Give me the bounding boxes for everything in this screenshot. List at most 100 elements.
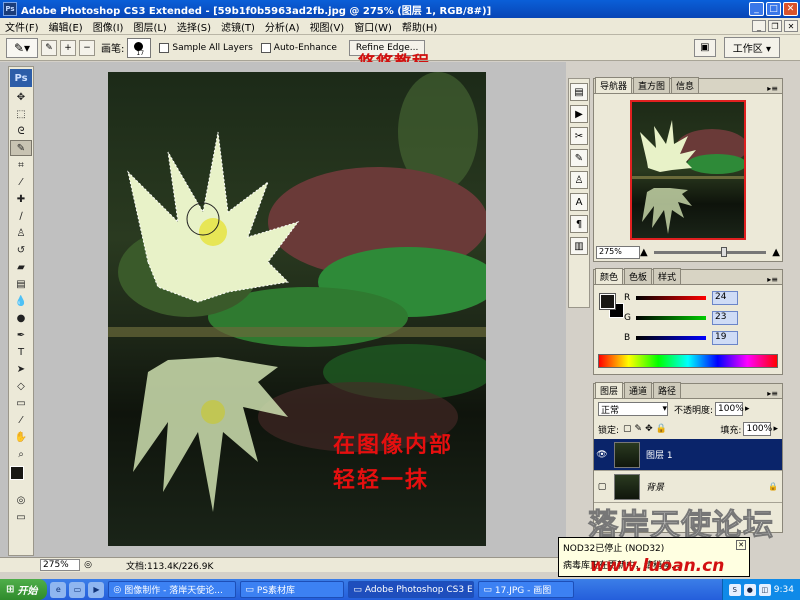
document-canvas[interactable]: 在图像内部 轻轻一抹 (108, 72, 486, 546)
fill-arrow-icon[interactable]: ▸ (773, 424, 778, 434)
menu-help[interactable]: 帮助(H) (397, 19, 442, 34)
shape-icon[interactable]: ◇ (10, 378, 32, 394)
task-paint[interactable]: ▭ 17.JPG - 画图 (478, 581, 575, 598)
dodge-icon[interactable]: ● (10, 310, 32, 326)
tab-histogram[interactable]: 直方图 (633, 77, 671, 93)
doc-close-button[interactable]: ✕ (784, 20, 798, 32)
eyedropper2-icon[interactable]: ⁄ (10, 412, 32, 428)
brushes-icon[interactable]: ✎ (570, 149, 588, 167)
brush-icon[interactable]: ∕ (10, 208, 32, 224)
history-brush-icon[interactable]: ↺ (10, 242, 32, 258)
healing-icon[interactable]: ✚ (10, 191, 32, 207)
brush-picker[interactable]: 17 (127, 37, 152, 58)
tab-styles[interactable]: 样式 (653, 268, 682, 284)
task-forum-browser[interactable]: ◎ 图像制作 - 落岸天使论... (108, 581, 237, 598)
green-value-input[interactable]: 23 (712, 311, 738, 325)
minimize-button[interactable]: _ (749, 2, 764, 16)
ie-icon[interactable]: e (50, 581, 67, 598)
quick-select-icon[interactable]: ✎ (10, 140, 32, 156)
layer-row-background[interactable]: ▢ 背景 🔒 (594, 471, 782, 503)
opacity-input[interactable]: 100% (715, 402, 744, 416)
tab-info[interactable]: 信息 (671, 77, 700, 93)
tab-color[interactable]: 颜色 (595, 268, 624, 284)
ime-icon[interactable]: S (728, 583, 741, 596)
task-ps-library[interactable]: ▭ PS素材库 (240, 581, 345, 598)
doc-minimize-button[interactable]: _ (752, 20, 766, 32)
menu-file[interactable]: 文件(F) (0, 19, 44, 34)
lasso-icon[interactable]: ᘓ (10, 123, 32, 139)
blue-slider[interactable] (636, 336, 706, 340)
new-selection-icon[interactable]: ✎ (41, 39, 57, 56)
blend-mode-select[interactable]: 正常 ▾ (598, 402, 668, 416)
visibility-eye-icon[interactable]: 👁 (594, 450, 610, 460)
panel-menu-icon[interactable]: ▸≡ (767, 275, 782, 284)
character-icon[interactable]: A (570, 193, 588, 211)
menu-edit[interactable]: 编辑(E) (44, 19, 88, 34)
sample-all-layers-checkbox[interactable]: Sample All Layers (159, 42, 253, 53)
marquee-icon[interactable]: ⬚ (10, 106, 32, 122)
menu-view[interactable]: 视图(V) (305, 19, 350, 34)
task-photoshop[interactable]: ▭ Adobe Photoshop CS3 E... (348, 581, 475, 598)
move-icon[interactable]: ✥ (10, 89, 32, 105)
navigator-zoom-input[interactable]: 275% (596, 245, 640, 259)
status-zoom-input[interactable]: 275% (40, 559, 80, 571)
network-icon[interactable]: ◫ (758, 583, 771, 596)
tools-presets-icon[interactable]: ✂ (570, 127, 588, 145)
visibility-eye-icon[interactable]: ▢ (594, 482, 610, 492)
stamp-icon[interactable]: ♙ (10, 225, 32, 241)
menu-image[interactable]: 图像(I) (88, 19, 129, 34)
close-button[interactable]: ✕ (783, 2, 798, 16)
red-slider[interactable] (636, 296, 706, 300)
auto-enhance-checkbox[interactable]: Auto-Enhance (260, 42, 337, 53)
layer-comps-icon[interactable]: ▥ (570, 237, 588, 255)
status-menu-icon[interactable]: ◎ (80, 560, 96, 570)
add-to-selection-icon[interactable]: + (60, 39, 76, 56)
lock-options-icon[interactable]: ▢✎✥🔒 (623, 424, 670, 434)
notes-icon[interactable]: ▭ (10, 395, 32, 411)
tool-preset-picker[interactable]: ✎▾ (6, 37, 38, 58)
start-button[interactable]: ⊞ 开始 (0, 579, 48, 600)
menu-select[interactable]: 选择(S) (172, 19, 216, 34)
tab-channels[interactable]: 通道 (624, 382, 653, 398)
menu-filter[interactable]: 滤镜(T) (216, 19, 260, 34)
close-icon[interactable]: ✕ (736, 540, 746, 550)
red-value-input[interactable]: 24 (712, 291, 738, 305)
zoom-icon[interactable]: ⌕ (10, 446, 32, 462)
color-panel-swatches[interactable] (599, 293, 624, 318)
hand-icon[interactable]: ✋ (10, 429, 32, 445)
zoom-out-icon[interactable]: ▲ (640, 247, 648, 258)
gradient-icon[interactable]: ▤ (10, 276, 32, 292)
subtract-selection-icon[interactable]: − (79, 39, 95, 56)
bridge-icon[interactable]: ▣ (693, 38, 716, 57)
doc-restore-button[interactable]: ❐ (768, 20, 782, 32)
color-spectrum[interactable] (598, 354, 778, 368)
blur-icon[interactable]: 💧 (10, 293, 32, 309)
menu-layer[interactable]: 图层(L) (128, 19, 171, 34)
tab-navigator[interactable]: 导航器 (595, 77, 633, 93)
panel-menu-icon[interactable]: ▸≡ (767, 84, 782, 93)
tab-layers[interactable]: 图层 (595, 382, 624, 398)
history-icon[interactable]: ▤ (570, 83, 588, 101)
green-slider[interactable] (636, 316, 706, 320)
menu-window[interactable]: 窗口(W) (349, 19, 397, 34)
tab-swatches[interactable]: 色板 (624, 268, 653, 284)
media-player-icon[interactable]: ▶ (88, 581, 105, 598)
color-swatches[interactable] (10, 466, 32, 488)
blue-value-input[interactable]: 19 (712, 331, 738, 345)
type-icon[interactable]: T (10, 344, 32, 360)
navigator-zoom-slider[interactable] (653, 246, 767, 257)
paragraph-icon[interactable]: ¶ (570, 215, 588, 233)
crop-icon[interactable]: ⌗ (10, 157, 32, 173)
clone-source-icon[interactable]: ♙ (570, 171, 588, 189)
screen-mode-icon[interactable]: ▭ (10, 509, 32, 525)
quick-mask-icon[interactable]: ◎ (10, 492, 32, 508)
foreground-color[interactable] (599, 293, 616, 310)
layer-row-layer1[interactable]: 👁 图层 1 (594, 439, 782, 471)
tab-paths[interactable]: 路径 (653, 382, 682, 398)
menu-analysis[interactable]: 分析(A) (260, 19, 305, 34)
actions-icon[interactable]: ▶ (570, 105, 588, 123)
fill-input[interactable]: 100% (743, 422, 772, 436)
eraser-icon[interactable]: ▰ (10, 259, 32, 275)
antivirus-icon[interactable]: ● (743, 583, 756, 596)
maximize-button[interactable]: □ (766, 2, 781, 16)
